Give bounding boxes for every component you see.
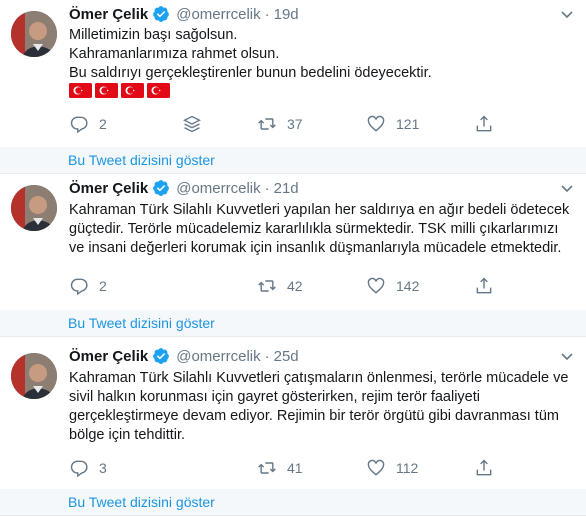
retweet-icon xyxy=(258,462,276,474)
timestamp[interactable]: 19d xyxy=(274,6,299,23)
like-count: 112 xyxy=(396,460,419,476)
reply-button[interactable]: 2 xyxy=(69,276,107,296)
like-icon xyxy=(367,277,385,294)
tweet[interactable]: Ömer Çelik @omerrcelik · 19d Milletimizi… xyxy=(0,0,586,147)
tweet-text: Kahraman Türk Silahlı Kuvvetleri yapılan… xyxy=(69,202,570,256)
chevron-down-icon[interactable] xyxy=(559,348,575,364)
like-count: 142 xyxy=(396,278,420,294)
separator-dot: · xyxy=(264,179,270,197)
retweet-count: 42 xyxy=(287,278,303,294)
retweet-button[interactable]: 42 xyxy=(257,276,303,296)
turkey-flag xyxy=(69,83,92,98)
turkey-flag xyxy=(95,83,118,98)
retweet-button[interactable]: 37 xyxy=(257,114,303,134)
retweet-button[interactable]: 41 xyxy=(257,458,303,478)
reply-icon xyxy=(70,278,88,296)
reply-button[interactable]: 2 xyxy=(69,114,107,134)
author-handle[interactable]: @omerrcelik xyxy=(176,348,260,365)
tweet[interactable]: Ömer Çelik @omerrcelik · 25d Kahraman Tü… xyxy=(0,342,586,489)
reply-count: 2 xyxy=(99,278,107,294)
separator-dot: · xyxy=(264,347,270,365)
reply-icon xyxy=(70,116,88,134)
author-name[interactable]: Ömer Çelik xyxy=(69,180,148,197)
like-icon xyxy=(367,115,385,132)
reply-button[interactable]: 3 xyxy=(69,458,107,478)
avatar[interactable] xyxy=(11,353,57,399)
like-icon xyxy=(367,459,385,476)
author-handle[interactable]: @omerrcelik xyxy=(176,180,260,197)
retweet-count: 37 xyxy=(287,116,303,132)
turkey-flag xyxy=(147,83,170,98)
like-button[interactable]: 112 xyxy=(366,458,418,478)
reply-icon xyxy=(70,460,88,478)
tweet-text: Kahraman Türk Silahlı Kuvvetleri çatışma… xyxy=(69,370,569,443)
reply-count: 2 xyxy=(99,116,107,132)
author-handle[interactable]: @omerrcelik xyxy=(176,6,260,23)
share-icon xyxy=(476,115,492,132)
share-button[interactable] xyxy=(474,458,494,478)
emoji-flags xyxy=(69,83,170,98)
verified-badge-icon xyxy=(152,5,170,23)
avatar[interactable] xyxy=(11,185,57,231)
verified-badge-icon xyxy=(152,179,170,197)
author-name[interactable]: Ömer Çelik xyxy=(69,6,148,23)
timestamp[interactable]: 25d xyxy=(274,348,299,365)
show-thread-row[interactable]: Bu Tweet dizisini göster xyxy=(0,489,586,516)
share-button[interactable] xyxy=(474,114,494,134)
reply-count: 3 xyxy=(99,460,107,476)
like-button[interactable]: 121 xyxy=(366,114,419,134)
retweet-icon xyxy=(258,118,276,130)
retweet-icon xyxy=(258,280,276,292)
chevron-down-icon[interactable] xyxy=(559,180,575,196)
stack-button[interactable] xyxy=(182,114,202,134)
tweet-text: Milletimizin başı sağolsun. Kahramanları… xyxy=(69,27,432,81)
retweet-count: 41 xyxy=(287,460,303,476)
stack-icon xyxy=(183,115,201,133)
show-thread-link[interactable]: Bu Tweet dizisini göster xyxy=(68,315,215,331)
avatar[interactable] xyxy=(11,11,57,57)
share-icon xyxy=(476,277,492,294)
chevron-down-icon[interactable] xyxy=(559,6,575,22)
author-name[interactable]: Ömer Çelik xyxy=(69,348,148,365)
like-count: 121 xyxy=(396,116,420,132)
tweet[interactable]: Ömer Çelik @omerrcelik · 21d Kahraman Tü… xyxy=(0,174,586,310)
timestamp[interactable]: 21d xyxy=(274,180,299,197)
separator-dot: · xyxy=(264,5,270,23)
share-icon xyxy=(476,459,492,476)
show-thread-link[interactable]: Bu Tweet dizisini göster xyxy=(68,494,215,510)
share-button[interactable] xyxy=(474,276,494,296)
turkey-flag xyxy=(121,83,144,98)
verified-badge-icon xyxy=(152,347,170,365)
show-thread-row[interactable]: Bu Tweet dizisini göster xyxy=(0,310,586,337)
show-thread-link[interactable]: Bu Tweet dizisini göster xyxy=(68,152,215,168)
show-thread-row[interactable]: Bu Tweet dizisini göster xyxy=(0,147,586,174)
like-button[interactable]: 142 xyxy=(366,276,419,296)
